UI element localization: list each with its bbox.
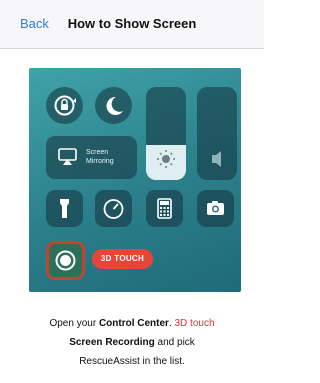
screen-mirroring-tile: Screen Mirroring [46, 136, 137, 179]
instructions-line1: Open your Control Center. 3D touch [0, 314, 264, 333]
flashlight-icon [60, 199, 69, 218]
volume-slider [197, 87, 237, 180]
instructions-part1: Open your [49, 318, 99, 329]
instructions-line2: Screen Recording and pick [0, 333, 264, 352]
screen-recording-button[interactable] [46, 241, 85, 280]
rotation-lock-tile [46, 87, 83, 124]
navigation-bar: Back How to Show Screen [0, 0, 264, 49]
camera-icon [207, 201, 224, 215]
timer-icon [103, 199, 124, 219]
brightness-icon [157, 150, 175, 168]
moon-icon [106, 96, 123, 115]
instructions-line3: RescueAssist in the list. [79, 356, 185, 367]
screen-mirroring-line1: Screen [86, 149, 109, 156]
camera-tile [197, 190, 234, 227]
screen-recording-bold: Screen Recording [69, 337, 155, 348]
record-icon [55, 250, 76, 271]
3d-touch-highlight: 3D touch [174, 318, 215, 329]
control-center-illustration: Screen Mirroring 3D TOUCH [29, 68, 241, 292]
calculator-icon [157, 198, 172, 219]
flashlight-tile [46, 190, 83, 227]
airplay-icon [58, 148, 77, 165]
do-not-disturb-tile [95, 87, 132, 124]
screen-mirroring-line2: Mirroring [86, 158, 114, 165]
timer-tile [95, 190, 132, 227]
rotation-lock-icon [54, 95, 76, 116]
calculator-tile [146, 190, 183, 227]
screen-mirroring-label: Screen Mirroring [86, 148, 114, 166]
instructions-text: Open your Control Center. 3D touch Scree… [0, 314, 264, 371]
control-center-bold: Control Center [98, 318, 169, 329]
page-title: How to Show Screen [67, 16, 197, 31]
instructions-part3: and pick [154, 337, 195, 348]
3d-touch-badge: 3D TOUCH [92, 249, 153, 269]
speaker-icon [212, 151, 221, 167]
brightness-slider [146, 87, 186, 180]
